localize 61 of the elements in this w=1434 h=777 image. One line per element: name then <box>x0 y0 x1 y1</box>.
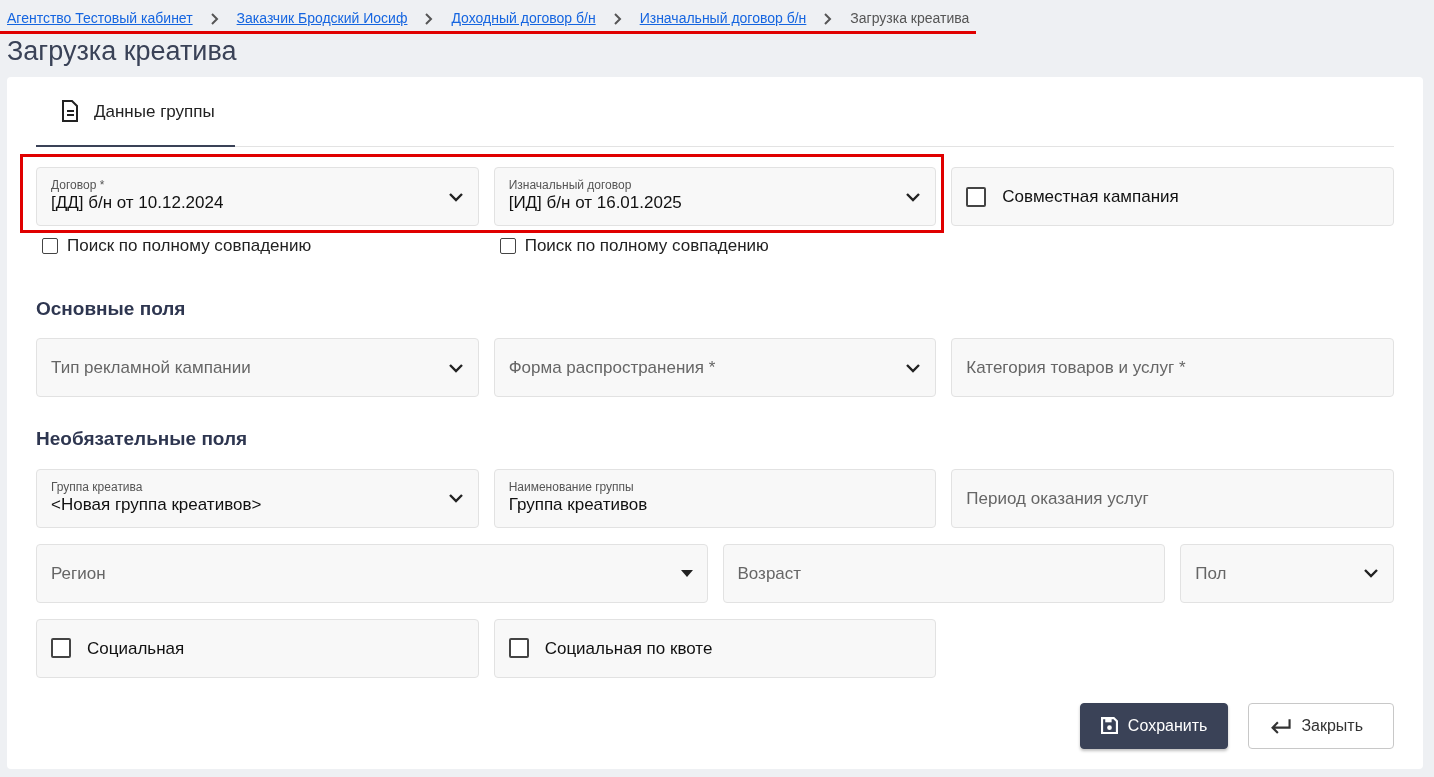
chevron-down-icon <box>447 191 464 202</box>
field-value: [ДД] б/н от 10.12.2024 <box>51 192 225 215</box>
checkbox[interactable] <box>508 638 529 659</box>
field-placeholder: Регион <box>51 562 107 585</box>
field-placeholder: Категория товаров и услуг * <box>966 357 1187 380</box>
field-label: Договор * <box>51 179 106 193</box>
breadcrumb-current: Загрузка креатива <box>850 9 970 28</box>
checkbox[interactable] <box>51 638 71 659</box>
chevron-right-icon <box>208 12 221 25</box>
field-value: [ИД] б/н от 16.01.2025 <box>508 192 683 215</box>
chevron-down-icon <box>1363 568 1379 579</box>
checkbox-label: Поиск по полному совпадению <box>67 235 312 258</box>
field-label: Изначальный договор <box>508 179 633 193</box>
checkbox-field[interactable]: Социальная по квоте <box>493 618 937 678</box>
checkbox[interactable] <box>42 238 58 255</box>
checkbox-label: Совместная кампания <box>1002 186 1179 209</box>
select-field[interactable]: Тип рекламной кампании <box>36 338 479 398</box>
save-button[interactable]: Сохранить <box>1079 702 1229 749</box>
chevron-down-icon <box>447 493 464 504</box>
text-field[interactable]: Возраст <box>722 543 1166 603</box>
field-placeholder: Форма распространения * <box>508 357 717 380</box>
select-field[interactable]: Группа креатива <Новая группа креативов> <box>36 468 479 528</box>
field-placeholder: Пол <box>1195 562 1228 585</box>
text-field[interactable]: Наименование группы Группа креативов <box>493 468 937 528</box>
select-field[interactable]: Пол <box>1180 543 1394 603</box>
breadcrumb-link[interactable]: Доходный договор б/н <box>451 8 596 29</box>
checkbox-label: Социальная по квоте <box>544 637 713 660</box>
checkbox-label: Поиск по полному совпадению <box>524 235 769 258</box>
return-arrow-icon <box>1269 717 1292 735</box>
checkbox-field[interactable]: Социальная <box>36 618 479 678</box>
document-icon <box>60 100 80 123</box>
checkbox-field[interactable]: Совместная кампания <box>951 167 1394 227</box>
select-field[interactable]: Форма распространения * <box>493 338 937 398</box>
chevron-down-icon <box>905 191 922 202</box>
chevron-right-icon <box>611 12 624 25</box>
tab[interactable]: Данные группы <box>36 77 235 148</box>
caret-down-icon <box>680 569 693 577</box>
text-field[interactable]: Категория товаров и услуг * <box>951 338 1394 398</box>
field-placeholder: Возраст <box>737 562 803 585</box>
field-value: <Новая группа креативов> <box>51 494 263 516</box>
close-button[interactable]: Закрыть <box>1248 702 1394 749</box>
select-field[interactable]: Договор * [ДД] б/н от 10.12.2024 <box>36 167 479 227</box>
breadcrumb-link[interactable]: Агентство Тестовый кабинет <box>7 8 193 29</box>
field-value: Группа креативов <box>508 494 649 516</box>
field-label: Группа креатива <box>51 480 144 494</box>
checkbox-label: Социальная <box>87 637 185 660</box>
select-field[interactable]: Изначальный договор [ИД] б/н от 16.01.2025 <box>493 167 937 227</box>
chevron-down-icon <box>905 362 922 373</box>
field-placeholder: Тип рекламной кампании <box>51 357 252 380</box>
breadcrumb-link[interactable]: Изначальный договор б/н <box>639 8 807 29</box>
section-heading: Основные поля <box>36 296 187 321</box>
checkbox[interactable] <box>966 186 987 207</box>
field-label: Наименование группы <box>508 480 635 494</box>
checkbox[interactable] <box>499 238 516 255</box>
page-title: Загрузка креатива <box>7 35 238 68</box>
section-heading: Необязательные поля <box>36 427 249 452</box>
text-field[interactable]: Период оказания услуг <box>951 468 1394 528</box>
select-field[interactable]: Регион <box>36 543 708 603</box>
chevron-down-icon <box>447 362 464 373</box>
field-placeholder: Период оказания услуг <box>966 487 1150 510</box>
breadcrumb-link[interactable]: Заказчик Бродский Иосиф <box>236 8 408 29</box>
